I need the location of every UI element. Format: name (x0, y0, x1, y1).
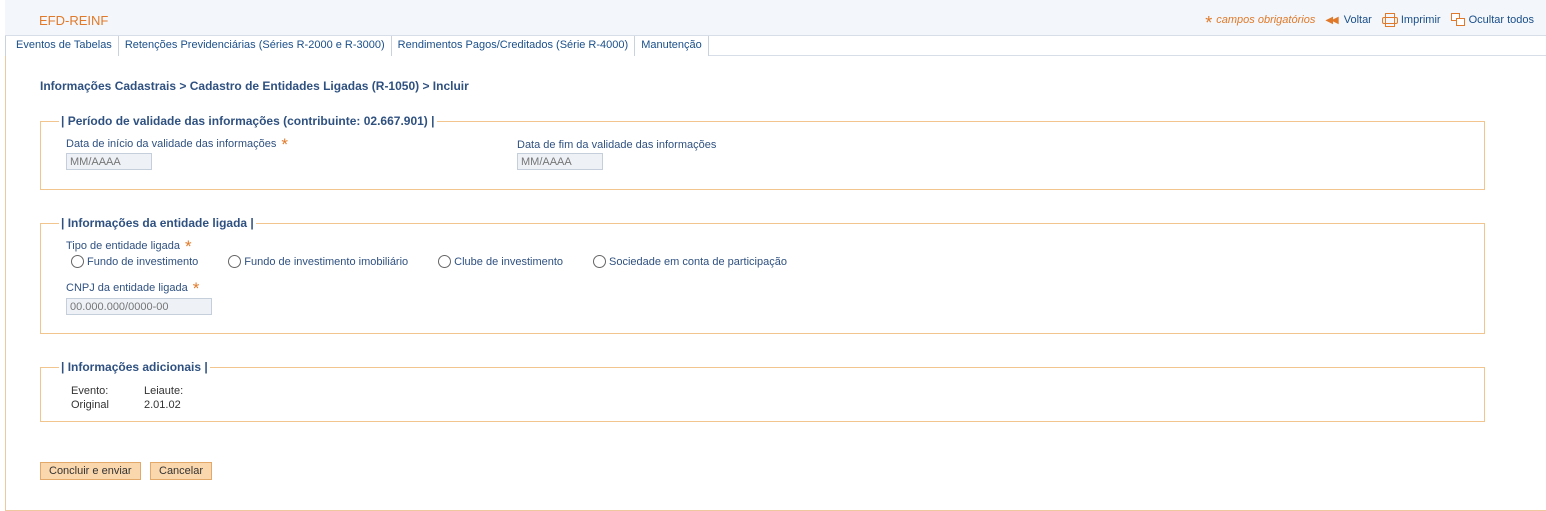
required-legend-text: campos obrigatórios (1216, 14, 1316, 26)
imprimir-link[interactable]: Imprimir (1381, 13, 1441, 27)
collapse-windows-icon (1450, 13, 1466, 27)
required-star-icon: * (192, 279, 200, 298)
radio-label: Fundo de investimento (87, 255, 199, 268)
radio-circle-icon[interactable] (228, 255, 242, 268)
radio-circle-icon[interactable] (438, 255, 452, 268)
required-fields-legend: * campos obrigatórios (1205, 13, 1316, 33)
imprimir-label: Imprimir (1400, 14, 1441, 26)
adicionais-info: Evento: Leiaute: Original 2.01.02 (71, 385, 183, 411)
data-inicio-label: Data de início da validade das informaçõ… (66, 136, 288, 153)
voltar-label: Voltar (1343, 14, 1372, 26)
double-left-arrow-icon: ◀◀ (1325, 14, 1338, 26)
tipo-entidade-label-text: Tipo de entidade ligada (66, 240, 180, 252)
leiaute-value: 2.01.02 (144, 399, 181, 411)
radio-fundo-imobiliario[interactable]: Fundo de investimento imobiliário (228, 255, 408, 268)
printer-icon (1381, 13, 1398, 27)
top-bar: EFD-REINF * campos obrigatórios ◀◀ Volta… (5, 0, 1546, 36)
leiaute-label: Leiaute: (144, 385, 184, 397)
adicionais-legend: | Informações adicionais | (59, 360, 210, 374)
tab-retencoes-previdenciarias[interactable]: Retenções Previdenciárias (Séries R-2000… (118, 36, 392, 56)
tab-eventos-de-tabelas[interactable]: Eventos de Tabelas (5, 36, 119, 56)
periodo-fieldset: | Período de validade das informações (c… (40, 114, 1485, 190)
radio-circle-icon[interactable] (71, 255, 84, 268)
required-star-icon: * (184, 237, 192, 256)
cnpj-input[interactable] (66, 298, 212, 315)
radio-sociedade-conta-participacao[interactable]: Sociedade em conta de participação (593, 255, 787, 268)
data-inicio-input[interactable] (66, 153, 152, 170)
tipo-entidade-label: Tipo de entidade ligada * (66, 238, 192, 255)
entidade-fieldset: | Informações da entidade ligada | Tipo … (40, 216, 1485, 334)
voltar-link[interactable]: ◀◀ Voltar (1325, 14, 1372, 26)
main-tabs: Eventos de Tabelas Retenções Previdenciá… (5, 36, 1546, 56)
evento-label: Evento: (71, 385, 109, 397)
breadcrumb: Informações Cadastrais > Cadastro de Ent… (40, 79, 469, 93)
required-star-icon: * (281, 135, 288, 154)
data-fim-label: Data de fim da validade das informações (517, 139, 717, 151)
tipo-entidade-radio-group: Fundo de investimento Fundo de investime… (71, 255, 817, 268)
radio-fundo-investimento[interactable]: Fundo de investimento (71, 255, 198, 268)
ocultar-todos-label: Ocultar todos (1468, 14, 1534, 26)
data-inicio-label-text: Data de início da validade das informaçõ… (66, 138, 277, 150)
radio-label: Fundo de investimento imobiliário (244, 255, 409, 268)
data-fim-input[interactable] (517, 153, 603, 170)
radio-label: Clube de investimento (454, 255, 564, 268)
radio-clube-investimento[interactable]: Clube de investimento (438, 255, 563, 268)
top-actions: * campos obrigatórios ◀◀ Voltar Imprimir… (1205, 13, 1534, 33)
radio-label: Sociedade em conta de participação (609, 255, 787, 268)
adicionais-fieldset: | Informações adicionais | Evento: Leiau… (40, 360, 1485, 422)
app-title: EFD-REINF (39, 13, 109, 28)
tab-manutencao[interactable]: Manutenção (635, 36, 709, 56)
concluir-enviar-button[interactable]: Concluir e enviar (40, 462, 141, 480)
radio-circle-icon[interactable] (593, 255, 607, 268)
cnpj-label-text: CNPJ da entidade ligada (66, 282, 188, 294)
cnpj-label: CNPJ da entidade ligada * (66, 280, 199, 297)
ocultar-todos-link[interactable]: Ocultar todos (1450, 13, 1534, 27)
evento-value: Original (71, 399, 109, 411)
periodo-legend: | Período de validade das informações (c… (59, 114, 437, 128)
tab-rendimentos-pagos[interactable]: Rendimentos Pagos/Creditados (Série R-40… (391, 36, 636, 56)
required-star-icon: * (1205, 13, 1213, 33)
entidade-legend: | Informações da entidade ligada | (59, 216, 256, 230)
cancelar-button[interactable]: Cancelar (150, 462, 213, 480)
